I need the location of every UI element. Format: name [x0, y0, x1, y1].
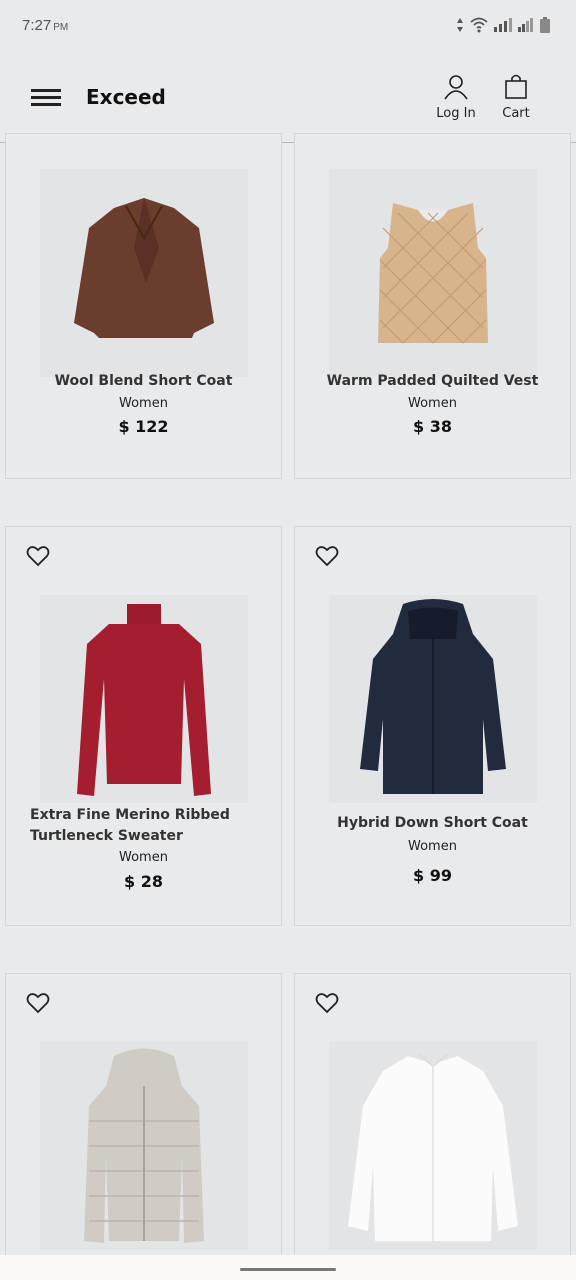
shopping-bag-icon [505, 74, 527, 99]
product-name: Hybrid Down Short Coat [337, 815, 528, 831]
product-price: $ 99 [413, 866, 452, 885]
user-icon [444, 75, 468, 100]
product-name-line: Turtleneck Sweater [30, 828, 183, 844]
product-image [40, 1042, 248, 1250]
heart-icon[interactable] [315, 545, 339, 567]
product-category: Women [408, 396, 457, 411]
product-category: Women [119, 850, 168, 865]
cart-button[interactable]: Cart [486, 74, 546, 121]
cart-label: Cart [502, 106, 530, 121]
heart-icon[interactable] [26, 545, 50, 567]
heart-icon[interactable] [315, 992, 339, 1014]
product-category: Women [119, 396, 168, 411]
product-name-line: Extra Fine Merino Ribbed [30, 807, 230, 823]
product-name: Wool Blend Short Coat [54, 373, 233, 389]
product-image [329, 169, 537, 377]
brand-title: Exceed [86, 85, 166, 109]
status-icons [456, 17, 550, 33]
product-name: Extra Fine Merino Ribbed Turtleneck Swea… [6, 805, 281, 847]
cell-signal-icon [518, 18, 533, 32]
product-price: $ 122 [118, 417, 169, 436]
product-card[interactable]: Extra Fine Merino Ribbed Turtleneck Swea… [5, 526, 282, 926]
home-handle[interactable] [240, 1268, 336, 1271]
heart-icon[interactable] [26, 992, 50, 1014]
battery-icon [540, 17, 550, 33]
product-image [329, 1042, 537, 1250]
app-header: Exceed Log In Cart [0, 54, 576, 143]
product-image [40, 595, 248, 803]
product-price: $ 38 [413, 417, 452, 436]
product-price: $ 28 [124, 872, 163, 891]
wifi-icon [470, 17, 488, 33]
status-bar: 7:27 PM [0, 0, 576, 54]
product-card[interactable] [294, 973, 571, 1273]
hamburger-icon[interactable] [31, 89, 61, 107]
status-time-ampm: PM [53, 22, 69, 33]
signal-sort-icon [457, 18, 463, 32]
login-button[interactable]: Log In [426, 74, 486, 121]
status-time: 7:27 PM [22, 17, 68, 34]
gesture-nav-bar [0, 1255, 576, 1280]
product-card[interactable]: Warm Padded Quilted Vest Women $ 38 [294, 133, 571, 479]
product-name: Warm Padded Quilted Vest [326, 373, 539, 389]
product-card[interactable]: Wool Blend Short Coat Women $ 122 [5, 133, 282, 479]
product-card[interactable]: Hybrid Down Short Coat Women $ 99 [294, 526, 571, 926]
product-image [329, 595, 537, 803]
login-label: Log In [436, 106, 476, 121]
product-card[interactable] [5, 973, 282, 1273]
cell-signal-icon [494, 18, 512, 32]
product-category: Women [408, 839, 457, 854]
status-time-value: 7:27 [22, 17, 52, 34]
product-image [40, 169, 248, 377]
